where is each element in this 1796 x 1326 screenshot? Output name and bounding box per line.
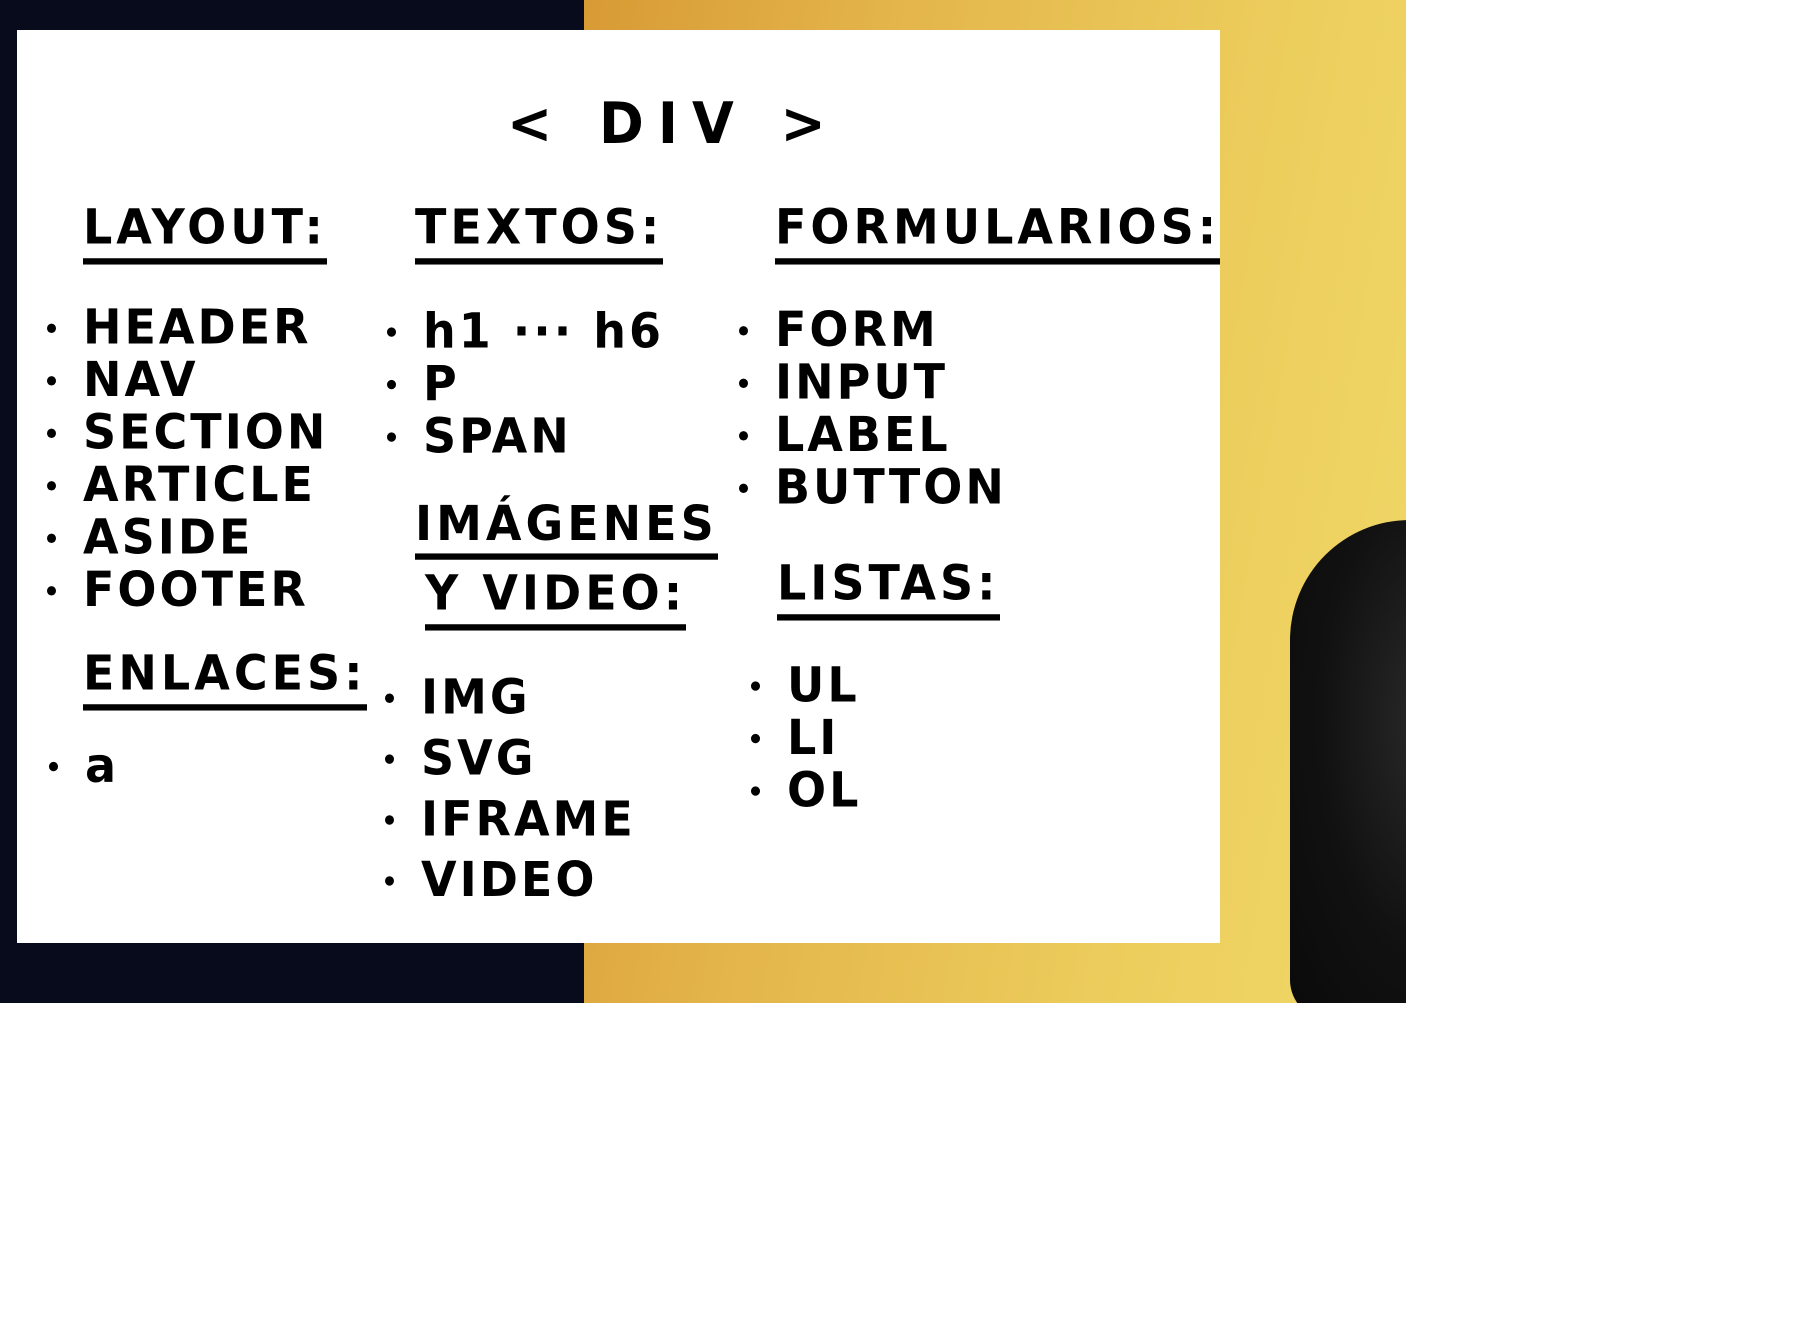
layout-heading: LAYOUT:	[83, 200, 327, 265]
enlaces-heading: ENLACES:	[83, 646, 367, 711]
list-item: LI	[751, 711, 861, 763]
video-frame: < DIV > LAYOUT: HEADER NAV SECTION ARTIC…	[0, 0, 1406, 1003]
list-item: P	[387, 357, 664, 409]
imagenes-heading-text: IMÁGENES	[415, 494, 718, 560]
list-item: INPUT	[739, 356, 1007, 408]
list-item: FORM	[739, 303, 1007, 356]
imagenes-heading-line1: IMÁGENES	[415, 494, 718, 560]
list-item: SVG	[385, 727, 636, 788]
list-item: FOOTER	[47, 563, 328, 616]
list-item: LABEL	[739, 408, 1007, 461]
list-item: BUTTON	[739, 460, 1007, 514]
whiteboard: < DIV > LAYOUT: HEADER NAV SECTION ARTIC…	[17, 30, 1221, 943]
presenter-silhouette	[1290, 520, 1406, 1003]
list-item: HEADER	[47, 301, 328, 353]
list-item: IMG	[385, 666, 636, 727]
list-item: SPAN	[387, 409, 664, 462]
list-item: ASIDE	[47, 510, 328, 564]
list-item: SECTION	[47, 405, 328, 459]
list-item: OL	[751, 763, 861, 816]
list-item: a	[49, 739, 119, 791]
board-title: < DIV >	[507, 90, 840, 157]
list-item: IFRAME	[385, 788, 636, 849]
list-item: VIDEO	[385, 849, 636, 910]
imagenes-list: IMG SVG IFRAME VIDEO	[385, 666, 636, 910]
list-item: ARTICLE	[47, 458, 328, 511]
listas-list: UL LI OL	[751, 658, 861, 816]
imagenes-heading-line2: Y VIDEO:	[425, 566, 687, 631]
list-item: h1 ··· h6	[387, 304, 664, 357]
textos-list: h1 ··· h6 P SPAN	[387, 304, 664, 462]
textos-heading: TEXTOS:	[415, 200, 664, 265]
listas-heading: LISTAS:	[777, 556, 1000, 621]
formularios-list: FORM INPUT LABEL BUTTON	[739, 303, 1007, 513]
layout-list: HEADER NAV SECTION ARTICLE ASIDE FOOTER	[47, 301, 328, 616]
list-item: UL	[751, 658, 861, 711]
formularios-heading: FORMULARIOS:	[775, 200, 1221, 265]
enlaces-list: a	[49, 739, 119, 791]
list-item: NAV	[47, 353, 328, 406]
